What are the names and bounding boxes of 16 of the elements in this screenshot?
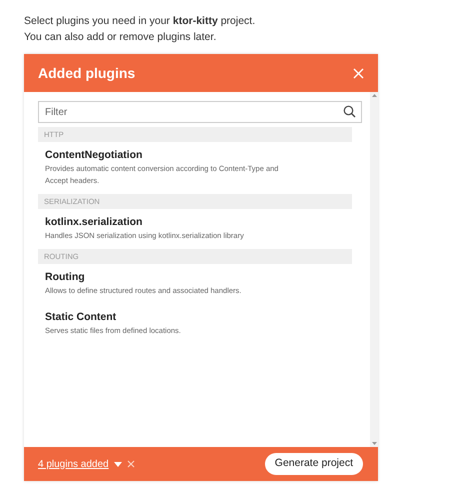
panel-title: Added plugins [38, 64, 136, 83]
plugin-name[interactable]: kotlinx.serialization [45, 215, 296, 229]
caret-icon[interactable] [114, 462, 122, 466]
plugin-name[interactable]: Static Content [45, 310, 296, 324]
intro-text: You can also add or remove plugins later. [24, 30, 218, 45]
search-icon[interactable] [343, 105, 356, 118]
scrollbar[interactable] [370, 92, 378, 447]
scroll-up-icon[interactable] [372, 94, 376, 97]
generate-project-button[interactable]: Generate project [264, 453, 363, 475]
plugin-name[interactable]: Routing [45, 270, 296, 284]
close-icon[interactable] [353, 68, 364, 78]
filter-field[interactable]: Filter [38, 101, 362, 123]
plugin-name[interactable]: ContentNegotiation [45, 148, 296, 162]
clear-icon[interactable] [126, 460, 135, 468]
intro-text: Select plugins you need in your ktor-kitty project. [24, 14, 256, 29]
scroll-down-icon[interactable] [372, 442, 376, 445]
